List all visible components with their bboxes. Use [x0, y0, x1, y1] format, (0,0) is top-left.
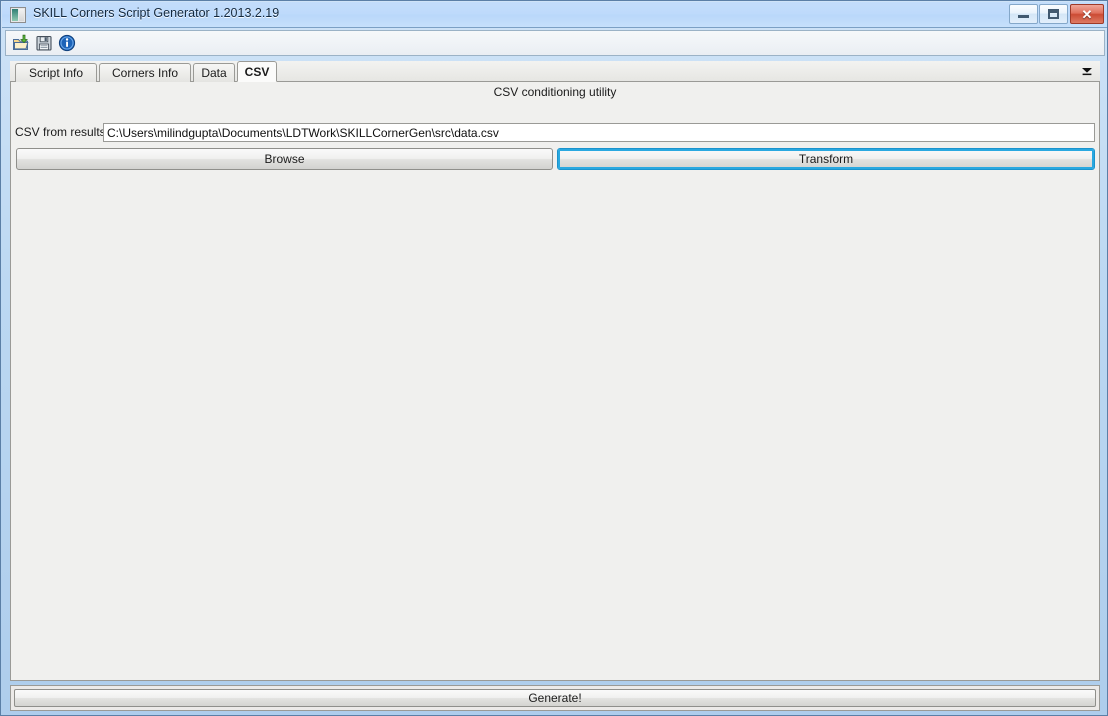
browse-button[interactable]: Browse [16, 148, 553, 170]
footer-panel: Generate! [10, 685, 1100, 711]
tab-label: Data [201, 66, 227, 80]
save-disk-icon[interactable] [35, 34, 53, 52]
maximize-button[interactable] [1039, 4, 1068, 24]
minimize-icon [1010, 5, 1037, 23]
generate-button[interactable]: Generate! [14, 689, 1096, 707]
tab-label: Corners Info [111, 66, 179, 80]
info-icon[interactable] [58, 34, 76, 52]
tab-data[interactable]: Data [193, 63, 235, 82]
tab-label: CSV [244, 64, 270, 79]
generate-button-label: Generate! [528, 691, 582, 705]
open-folder-icon[interactable] [12, 34, 30, 52]
section-title: CSV conditioning utility [493, 85, 617, 99]
tab-corners-info[interactable]: Corners Info [99, 63, 191, 82]
chevron-down-icon[interactable] [1080, 64, 1094, 78]
maximize-icon [1040, 5, 1067, 23]
transform-button[interactable]: Transform [557, 148, 1095, 170]
window-title: SKILL Corners Script Generator 1.2013.2.… [33, 6, 280, 20]
app-window-icon [10, 7, 26, 23]
tab-label: Script Info [28, 66, 84, 80]
minimize-button[interactable] [1009, 4, 1038, 24]
csv-path-input[interactable] [103, 123, 1095, 142]
application-window: SKILL Corners Script Generator 1.2013.2.… [0, 0, 1108, 716]
tab-strip: Script Info Corners Info Data CSV [10, 61, 1100, 82]
tab-script-info[interactable]: Script Info [15, 63, 97, 82]
transform-button-label: Transform [798, 152, 854, 166]
close-button[interactable]: ✕ [1070, 4, 1104, 24]
title-bar: SKILL Corners Script Generator 1.2013.2.… [2, 2, 1107, 28]
tab-csv[interactable]: CSV [237, 61, 277, 82]
tabbed-pane: Script Info Corners Info Data CSV CSV co… [10, 61, 1100, 681]
close-icon: ✕ [1081, 6, 1093, 22]
csv-path-row: CSV from results: [15, 123, 1095, 142]
toolbar [5, 30, 1105, 56]
csv-path-label: CSV from results: [15, 125, 110, 139]
csv-tab-panel: CSV conditioning utility CSV from result… [10, 82, 1100, 681]
browse-button-label: Browse [264, 152, 305, 166]
